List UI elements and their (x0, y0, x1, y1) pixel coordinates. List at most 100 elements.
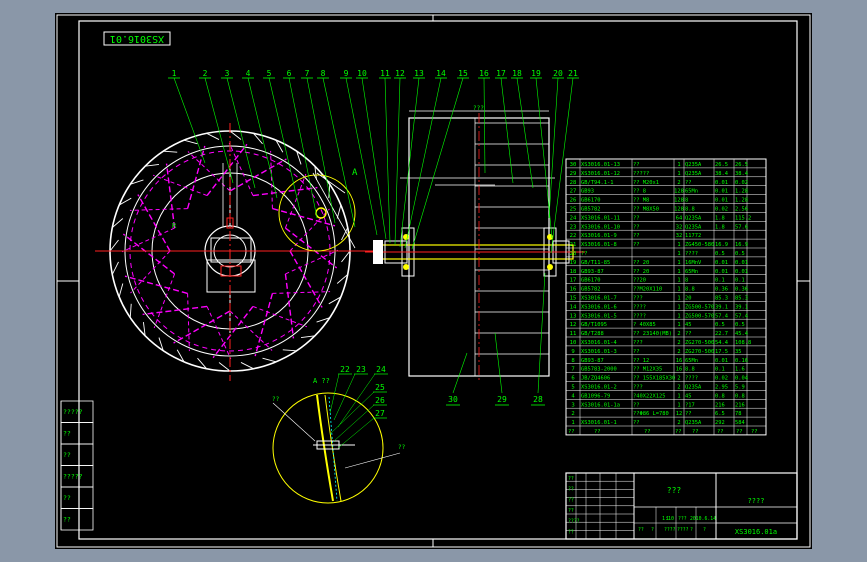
balloon-number: 3 (225, 69, 230, 78)
title-sign-label: ? (690, 527, 693, 533)
title-sign-value: 2010.6.14 (690, 516, 716, 522)
bom-material: 45 (685, 322, 692, 328)
left-strip-label: ????? (63, 408, 83, 416)
bom-name: ?40X22X125 (633, 393, 665, 399)
bom-qty: 1 (677, 269, 680, 275)
bom-qty: 2 (677, 180, 680, 186)
title-company: ???? (748, 497, 765, 505)
bom-material: 16MnV (685, 260, 702, 266)
bom-qty: 1 (677, 171, 680, 177)
bom-total-weight: 39.1 (735, 304, 748, 310)
bom-no: 28 (570, 180, 577, 186)
bom-total-weight: 584 (735, 420, 745, 426)
bom-name: ??M20X110 (633, 287, 662, 293)
left-strip-label: ?? (63, 451, 71, 459)
title-row-label: ?? (568, 497, 574, 503)
balloon-leader (306, 77, 336, 224)
bom-header-name: ?? (644, 429, 651, 435)
bom-material: ZG270-500 (685, 340, 714, 346)
bom-unit-weight: 216 (715, 402, 725, 408)
balloon-leader (483, 77, 486, 174)
bom-name: ?? M8 (633, 198, 649, 204)
bom-material: Q235A (685, 420, 702, 426)
bom-unit-weight: 0.36 (715, 287, 728, 293)
bom-material: ???? (685, 251, 698, 257)
bom-unit-weight: 26.5 (715, 162, 728, 168)
bom-total-weight: 1.28 (735, 189, 748, 195)
bom-name: ?? 8 (633, 189, 646, 195)
bom-qty: 32 (676, 224, 683, 230)
bom-code: GB1096-79 (581, 393, 610, 399)
bom-total-weight: 38.4 (735, 171, 748, 177)
bom-qty: 128 (674, 207, 684, 213)
bom-code: XS3016.01-3 (581, 349, 617, 355)
bom-code: GB5783-2000 (581, 367, 617, 373)
balloon-leader (288, 77, 318, 219)
bom-qty: 2 (677, 349, 680, 355)
balloon-leader (173, 77, 206, 164)
bom-no: 9 (571, 349, 574, 355)
bom-total-weight: 108.8 (735, 340, 751, 346)
left-strip-label: ?? (63, 516, 71, 524)
bom-total-weight: 216 (735, 402, 745, 408)
bom-no: 23 (570, 224, 577, 230)
bom-total-weight: 1.28 (735, 198, 748, 204)
balloon-number: 5 (267, 69, 272, 78)
bom-total-weight: 57.4 (735, 313, 748, 319)
bom-code: XS3016.01-6 (581, 304, 617, 310)
bom-no: 7 (571, 367, 574, 373)
bom-code: JB/ZQ4606 (581, 376, 610, 382)
bom-qty: 64 (676, 215, 683, 221)
title-drawing-name: ??? (667, 486, 682, 495)
bom-unit-weight: 292 (715, 420, 725, 426)
bom-no: 5 (571, 385, 574, 391)
bom-code: XS3016.01-2 (581, 385, 617, 391)
bom-unit-weight: 54.4 (715, 340, 728, 346)
bom-qty: 1 (677, 313, 680, 319)
title-row-label: ???? (568, 519, 580, 525)
bom-qty: 1 (677, 304, 680, 310)
bom-total-weight: 26.5 (735, 162, 748, 168)
radius-label: R (172, 222, 177, 230)
bom-code: GB/T288 (581, 331, 604, 337)
bom-total-weight: 2.56 (735, 207, 748, 213)
bom-unit-weight: 0.01 (715, 198, 728, 204)
bom-qty: 1 (677, 260, 680, 266)
bom-unit-weight: 0.01 (715, 358, 728, 364)
rotated-code-box: XS3016.01 (103, 31, 171, 46)
balloon-number: 17 (496, 69, 506, 78)
bom-unit-weight: 38.4 (715, 171, 728, 177)
bom-code: GB6170 (581, 278, 600, 284)
bom-total-weight: 0.04 (735, 376, 748, 382)
balloon-number: 6 (287, 69, 292, 78)
balloon-number: 28 (533, 395, 543, 404)
bom-no: 15 (570, 296, 577, 302)
bom-qty: 32 (676, 233, 683, 239)
balloon-leader (361, 77, 387, 240)
zone-ticks (57, 15, 810, 547)
bom-material: Q235A (685, 385, 702, 391)
bom-material: 65Mn (685, 358, 698, 364)
detail-balloon: 23 (356, 365, 366, 374)
left-strip-label: ?? (63, 430, 71, 438)
bom-name: ?? (633, 215, 640, 221)
bom-code: GB93-87 (581, 269, 604, 275)
bom-name: ?? (633, 349, 640, 355)
bom-unit-weight: 0.1 (715, 278, 725, 284)
bom-name: ??Φ86 L=780 (633, 411, 669, 417)
balloon-leader (411, 77, 464, 250)
bom-unit-weight: 2.95 (715, 385, 728, 391)
bom-name: ??? (633, 340, 643, 346)
bom-code: GB93 (581, 189, 594, 195)
title-row-label: ?? (568, 476, 574, 482)
bom-qty: 1 (677, 287, 680, 293)
bom-header-no: ?? (568, 429, 575, 435)
bom-qty: 12 (676, 411, 683, 417)
balloon-leader (516, 77, 534, 189)
bom-qty: 1 (677, 296, 680, 302)
balloon-number: 4 (246, 69, 251, 78)
bom-name: ??? (633, 385, 643, 391)
bom-total-weight: 0.1 (735, 278, 745, 284)
bom-no: 27 (570, 189, 577, 195)
detail-leader-note: ?? (398, 444, 406, 451)
